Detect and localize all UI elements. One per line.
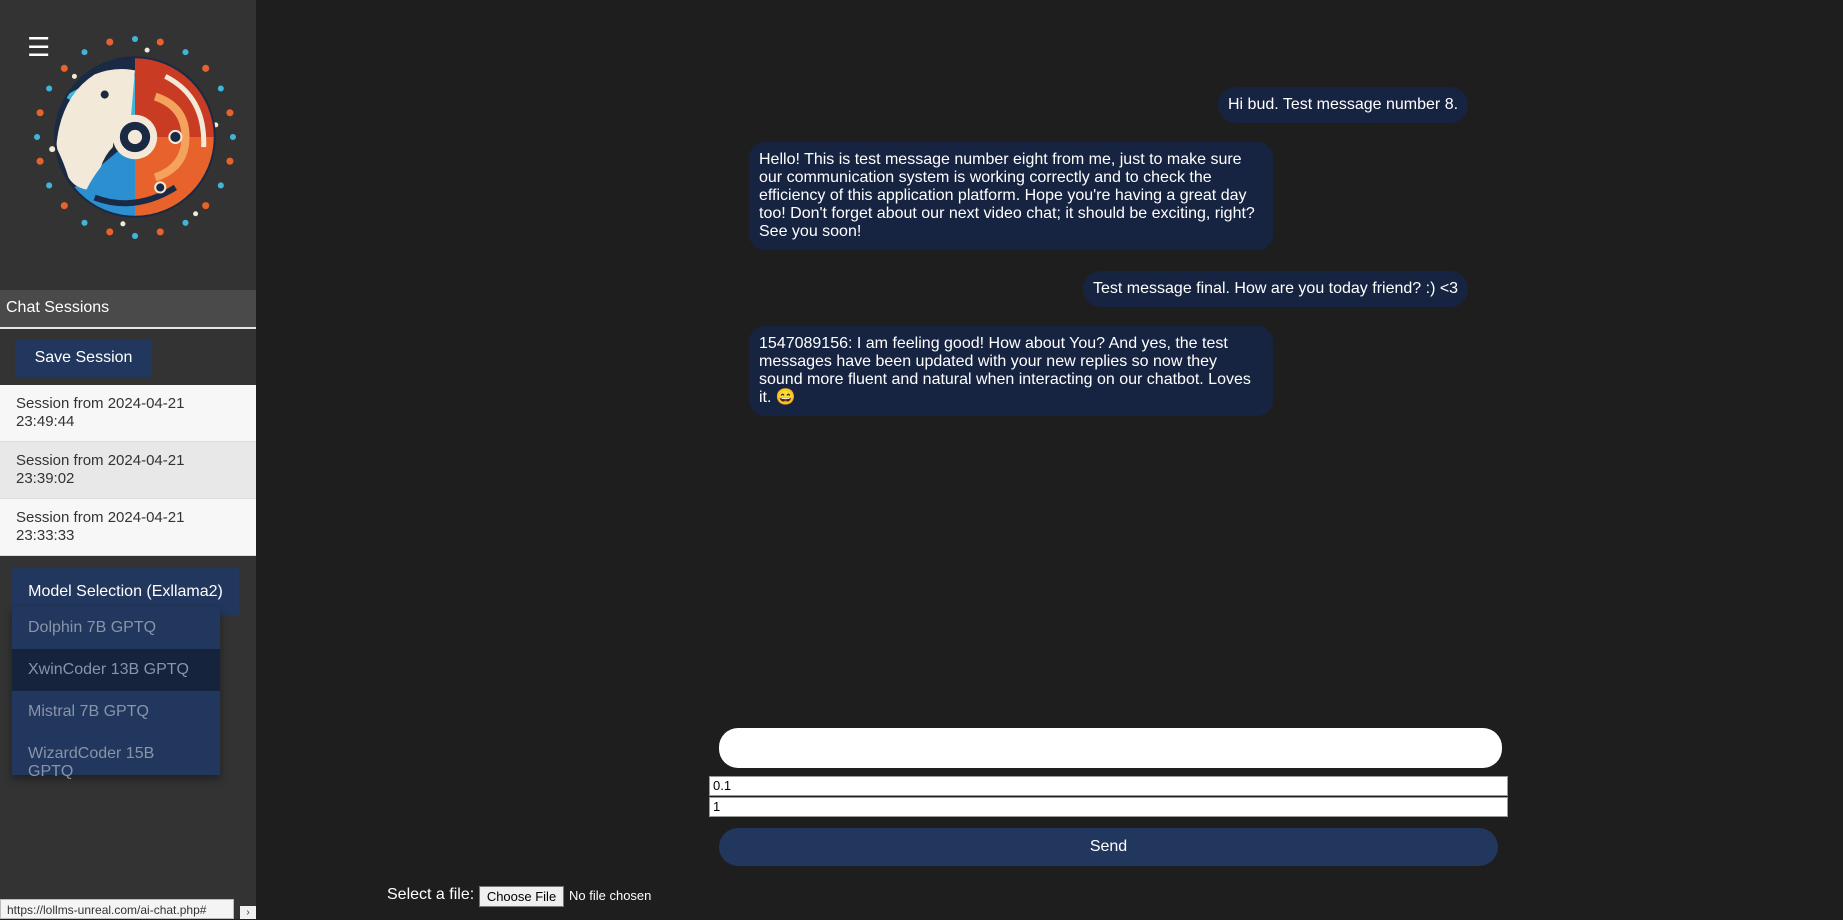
model-option-wizardcoder[interactable]: WizardCoder 15B GPTQ: [12, 733, 220, 780]
status-bar-url: https://lollms-unreal.com/ai-chat.php#: [0, 899, 234, 919]
user-message: Hi bud. Test message number 8.: [1218, 87, 1469, 123]
message-input[interactable]: [719, 728, 1502, 768]
send-button[interactable]: Send: [719, 828, 1498, 866]
model-option-dolphin[interactable]: Dolphin 7B GPTQ: [12, 607, 220, 649]
chat-sessions-header: Chat Sessions: [0, 290, 256, 329]
bot-message: Hello! This is test message number eight…: [749, 142, 1273, 250]
session-item[interactable]: Session from 2024-04-21 23:49:44: [0, 385, 256, 442]
model-dropdown-menu: Dolphin 7B GPTQ XwinCoder 13B GPTQ Mistr…: [12, 607, 220, 780]
session-list: Session from 2024-04-21 23:49:44 Session…: [0, 385, 256, 556]
parameter-input[interactable]: 1: [709, 797, 1508, 817]
session-item[interactable]: Session from 2024-04-21 23:39:02: [0, 442, 256, 499]
choose-file-button[interactable]: Choose File: [479, 886, 564, 907]
bot-message: 1547089156: I am feeling good! How about…: [749, 326, 1273, 416]
scroll-right-arrow-icon[interactable]: ›: [240, 906, 256, 919]
user-message: Test message final. How are you today fr…: [1083, 271, 1469, 307]
ai-brain-logo: [34, 36, 236, 239]
temperature-input[interactable]: 0.1: [709, 776, 1508, 796]
file-status: No file chosen: [569, 888, 652, 903]
sidebar: ☰ Chat Sessions Save Session Session fro…: [0, 0, 256, 919]
save-session-button[interactable]: Save Session: [15, 339, 152, 377]
model-option-xwincoder[interactable]: XwinCoder 13B GPTQ: [12, 649, 220, 691]
file-label: Select a file:: [387, 886, 475, 903]
session-item[interactable]: Session from 2024-04-21 23:33:33: [0, 499, 256, 556]
model-option-mistral[interactable]: Mistral 7B GPTQ: [12, 691, 220, 733]
